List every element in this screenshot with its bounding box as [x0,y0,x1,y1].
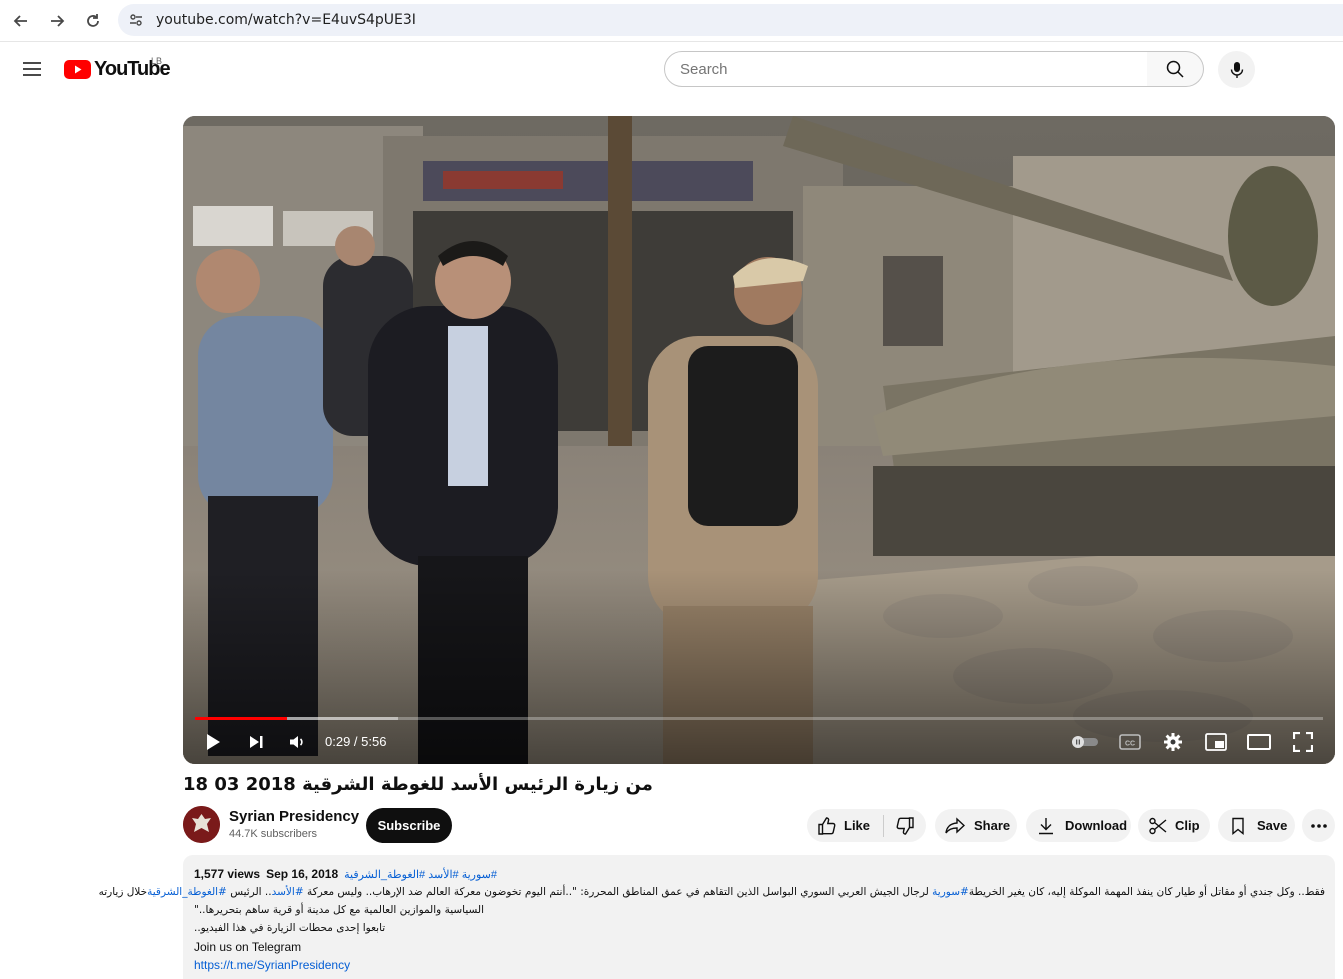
description-box[interactable]: 1,577 views Sep 16, 2018 #سورية #الأسد #… [99,855,1335,979]
like-dislike-group: Like [807,809,926,842]
description-text: خلال زيارته [98,886,148,898]
hashtags[interactable]: #سورية #الأسد #الغوطة_الشرقية [344,868,497,881]
channel-name[interactable]: Syrian Presidency [229,808,359,825]
settings-button[interactable] [1159,728,1187,756]
download-button[interactable]: Download [1026,809,1131,842]
mute-button[interactable] [283,728,311,756]
hashtag-link[interactable]: #سورية [932,886,969,898]
view-count: 1,577 views [194,867,261,881]
description-meta: 1,577 views Sep 16, 2018 #سورية #الأسد #… [194,867,497,881]
description-text: فقط.. وكل جندي أو مقاتل أو طيار كان ينفذ… [968,886,1325,898]
share-label: Share [974,818,1011,833]
more-actions-button[interactable] [1302,809,1335,842]
search-button[interactable] [1147,51,1204,87]
telegram-link[interactable]: https://t.me/SyrianPresidency [194,958,350,972]
thumbs-down-icon [895,816,915,836]
description-text: .. الرئيس [226,886,272,898]
video-title: من زيارة الرئيس الأسد للغوطة الشرقية 201… [183,774,653,795]
video-frame [183,116,1335,764]
svg-text:CC: CC [1125,741,1135,748]
more-horizontal-icon [1310,823,1328,829]
thumbs-up-icon [817,816,837,836]
fullscreen-icon [1293,732,1313,752]
volume-icon [290,736,303,748]
time-display: 0:29 / 5:56 [325,734,387,749]
menu-icon[interactable] [20,57,44,81]
search-icon [1166,60,1184,78]
youtube-header: YouTube LB [0,43,1343,99]
play-button[interactable] [199,728,227,756]
description-text: لرجال الجيش العربي السوري البواسل الذين … [303,886,933,898]
browser-toolbar: youtube.com/watch?v=E4uvS4pUE3I [0,0,1343,42]
download-icon [1036,816,1056,836]
url-text[interactable]: youtube.com/watch?v=E4uvS4pUE3I [156,12,416,28]
theater-mode-button[interactable] [1245,728,1273,756]
save-button[interactable]: Save [1218,809,1295,842]
hashtag-link[interactable]: #الغوطة_الشرقية [147,886,227,898]
description-line-3: تابعوا إحدى محطات الزيارة في هذا الفيديو… [194,922,386,934]
progress-played [195,717,287,720]
like-button[interactable]: Like [807,809,883,842]
channel-avatar[interactable] [183,806,220,843]
skip-next-icon [250,736,263,748]
dislike-button[interactable] [884,809,926,842]
download-label: Download [1065,818,1128,833]
miniplayer-icon [1205,733,1227,751]
autoplay-toggle[interactable] [1069,728,1101,756]
like-label: Like [844,818,871,833]
search-bar [664,51,1204,87]
eagle-emblem-icon [183,806,220,843]
fullscreen-button[interactable] [1289,728,1317,756]
gear-icon [1164,733,1182,751]
share-icon [945,816,965,836]
address-bar[interactable]: youtube.com/watch?v=E4uvS4pUE3I [118,4,1343,36]
closed-captions-icon: CC [1119,734,1141,750]
autoplay-toggle-icon [1072,736,1098,748]
miniplayer-button[interactable] [1202,728,1230,756]
description-line-2: السياسية والموازين العالمية مع كل مدينة … [194,904,485,916]
voice-search-button[interactable] [1218,51,1255,88]
subtitles-button[interactable]: CC [1116,728,1144,756]
description-line-1: فقط.. وكل جندي أو مقاتل أو طيار كان ينفذ… [99,886,1325,898]
progress-bar[interactable] [195,717,1323,720]
back-arrow-icon[interactable] [9,9,33,33]
telegram-label: Join us on Telegram [194,940,302,954]
play-icon [207,734,220,750]
subscribe-button[interactable]: Subscribe [366,808,452,843]
search-input[interactable] [664,51,1148,87]
bookmark-icon [1228,816,1248,836]
save-label: Save [1257,818,1288,833]
theater-mode-icon [1247,734,1271,750]
video-player[interactable]: 0:29 / 5:56 CC [183,116,1335,764]
youtube-play-logo-icon [64,59,91,79]
region-code: LB [151,56,163,66]
subscriber-count: 44.7K subscribers [229,828,318,840]
clip-label: Clip [1175,818,1200,833]
scissors-icon [1148,816,1168,836]
publish-date: Sep 16, 2018 [266,867,339,881]
reload-icon[interactable] [81,9,105,33]
share-button[interactable]: Share [935,809,1017,842]
hashtag-link[interactable]: #الأسد [272,886,304,898]
site-settings-icon[interactable] [128,12,144,33]
forward-arrow-icon[interactable] [45,9,69,33]
clip-button[interactable]: Clip [1138,809,1210,842]
next-button[interactable] [242,728,270,756]
microphone-icon [1230,61,1243,78]
